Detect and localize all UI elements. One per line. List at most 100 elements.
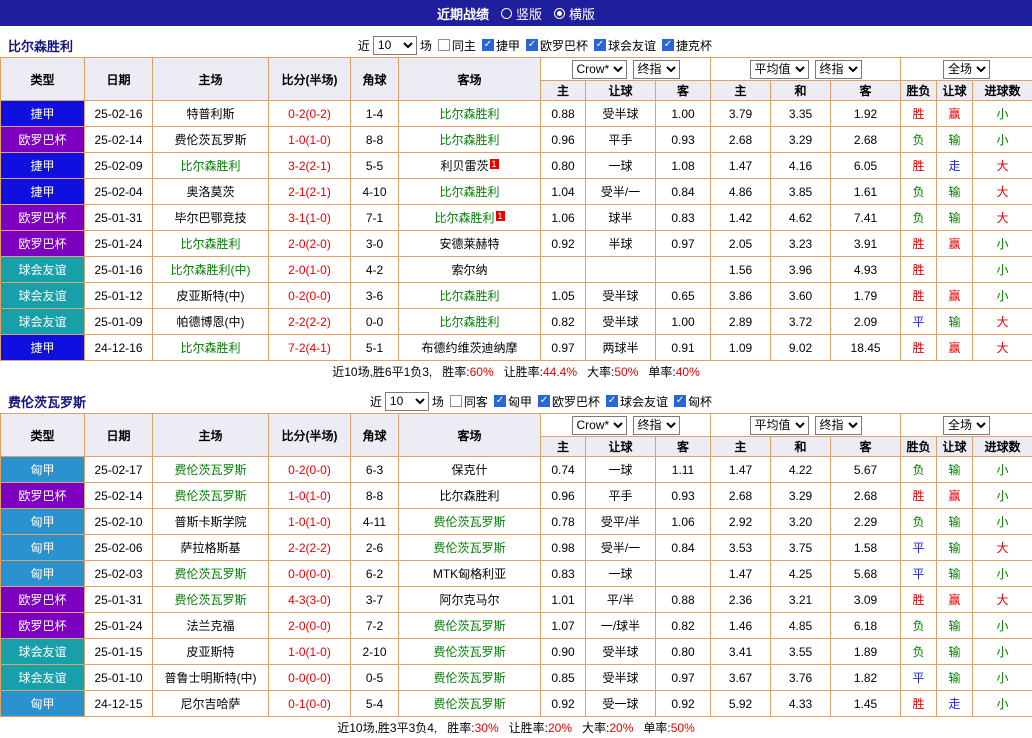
- away-team[interactable]: 费伦茨瓦罗斯: [399, 691, 541, 717]
- filter-checkbox[interactable]: 同主: [438, 37, 476, 54]
- score[interactable]: 3-1(1-0): [269, 205, 351, 231]
- home-team[interactable]: 普鲁士明斯特(中): [153, 665, 269, 691]
- sub-column-header: 主: [711, 81, 771, 101]
- away-team[interactable]: 安德莱赫特: [399, 231, 541, 257]
- score[interactable]: 1-0(1-0): [269, 639, 351, 665]
- team-name-text: 阿尔克马尔: [439, 593, 499, 607]
- corner-score: 5-4: [351, 691, 399, 717]
- score[interactable]: 2-0(0-0): [269, 613, 351, 639]
- score[interactable]: 0-2(0-0): [269, 457, 351, 483]
- layout-radio-vertical[interactable]: 竖版: [501, 4, 542, 23]
- filter-checkbox[interactable]: ✓捷甲: [482, 37, 520, 54]
- topbar: 近期战绩 竖版 横版: [0, 0, 1032, 26]
- score[interactable]: 3-2(2-1): [269, 153, 351, 179]
- score[interactable]: 2-1(2-1): [269, 179, 351, 205]
- filter-checkbox[interactable]: ✓匈杯: [674, 393, 712, 410]
- odds-source-select[interactable]: 平均值: [750, 416, 809, 435]
- filter-checkbox[interactable]: ✓捷克杯: [662, 37, 712, 54]
- away-team[interactable]: 比尔森胜利: [399, 283, 541, 309]
- away-team[interactable]: 比尔森胜利: [399, 127, 541, 153]
- league-badge: 欧罗巴杯: [1, 231, 85, 257]
- away-team[interactable]: MTK匈格利亚: [399, 561, 541, 587]
- odds-source-select[interactable]: Crow*: [572, 60, 627, 79]
- odds-source-select[interactable]: 终指: [815, 60, 862, 79]
- home-team[interactable]: 皮亚斯特(中): [153, 283, 269, 309]
- filter-checkbox[interactable]: 同客: [450, 393, 488, 410]
- score[interactable]: 2-2(2-2): [269, 309, 351, 335]
- odds-source-select[interactable]: 终指: [633, 60, 680, 79]
- score[interactable]: 0-1(0-0): [269, 691, 351, 717]
- home-team[interactable]: 比尔森胜利(中): [153, 257, 269, 283]
- away-team[interactable]: 布德约维茨迪纳摩: [399, 335, 541, 361]
- score[interactable]: 2-2(2-2): [269, 535, 351, 561]
- odds-source-select[interactable]: 平均值: [750, 60, 809, 79]
- result-flag: 胜: [901, 335, 937, 361]
- home-team[interactable]: 比尔森胜利: [153, 153, 269, 179]
- score[interactable]: 2-0(1-0): [269, 257, 351, 283]
- result-flag: 胜: [901, 153, 937, 179]
- away-team[interactable]: 费伦茨瓦罗斯: [399, 639, 541, 665]
- filter-checkbox[interactable]: ✓球会友谊: [606, 393, 668, 410]
- home-team[interactable]: 帕德博恩(中): [153, 309, 269, 335]
- odds-source-select[interactable]: 全场: [943, 60, 990, 79]
- away-team[interactable]: 比尔森胜利1: [399, 205, 541, 231]
- filter-checkbox[interactable]: ✓匈甲: [494, 393, 532, 410]
- team-name-text: 比尔森胜利: [180, 341, 240, 355]
- odds-value: 受半/一: [586, 179, 656, 205]
- away-team[interactable]: 索尔纳: [399, 257, 541, 283]
- away-team[interactable]: 阿尔克马尔: [399, 587, 541, 613]
- odds-value: 受半球: [586, 639, 656, 665]
- filter-checkbox[interactable]: ✓欧罗巴杯: [538, 393, 600, 410]
- score[interactable]: 0-0(0-0): [269, 561, 351, 587]
- odds-source-select[interactable]: 终指: [633, 416, 680, 435]
- away-team[interactable]: 比尔森胜利: [399, 483, 541, 509]
- match-count-select[interactable]: 10: [373, 36, 417, 55]
- home-team[interactable]: 法兰克福: [153, 613, 269, 639]
- away-team[interactable]: 比尔森胜利: [399, 101, 541, 127]
- away-team[interactable]: 费伦茨瓦罗斯: [399, 509, 541, 535]
- home-team[interactable]: 比尔森胜利: [153, 231, 269, 257]
- score[interactable]: 1-0(1-0): [269, 127, 351, 153]
- away-team[interactable]: 比尔森胜利: [399, 179, 541, 205]
- home-team[interactable]: 费伦茨瓦罗斯: [153, 457, 269, 483]
- column-header: 日期: [85, 58, 153, 101]
- score[interactable]: 0-2(0-0): [269, 283, 351, 309]
- odds-source-select[interactable]: Crow*: [572, 416, 627, 435]
- home-team[interactable]: 费伦茨瓦罗斯: [153, 127, 269, 153]
- filter-checkbox[interactable]: ✓欧罗巴杯: [526, 37, 588, 54]
- home-team[interactable]: 费伦茨瓦罗斯: [153, 483, 269, 509]
- score[interactable]: 1-0(1-0): [269, 509, 351, 535]
- match-count-select[interactable]: 10: [385, 392, 429, 411]
- away-team[interactable]: 比尔森胜利: [399, 309, 541, 335]
- home-team[interactable]: 皮亚斯特: [153, 639, 269, 665]
- away-team[interactable]: 费伦茨瓦罗斯: [399, 613, 541, 639]
- score[interactable]: 7-2(4-1): [269, 335, 351, 361]
- checkbox-label: 欧罗巴杯: [540, 37, 588, 54]
- score[interactable]: 4-3(3-0): [269, 587, 351, 613]
- score[interactable]: 0-0(0-0): [269, 665, 351, 691]
- score[interactable]: 0-2(0-2): [269, 101, 351, 127]
- away-team[interactable]: 费伦茨瓦罗斯: [399, 535, 541, 561]
- result-flag: 小: [973, 231, 1032, 257]
- filter-checkbox[interactable]: ✓球会友谊: [594, 37, 656, 54]
- away-team[interactable]: 保克什: [399, 457, 541, 483]
- home-team[interactable]: 费伦茨瓦罗斯: [153, 561, 269, 587]
- layout-radio-horizontal[interactable]: 横版: [554, 4, 595, 23]
- home-team[interactable]: 毕尔巴鄂竞技: [153, 205, 269, 231]
- odds-value: 球半: [586, 205, 656, 231]
- home-team[interactable]: 萨拉格斯基: [153, 535, 269, 561]
- result-flag: 赢: [937, 335, 973, 361]
- score[interactable]: 2-0(2-0): [269, 231, 351, 257]
- home-team[interactable]: 尼尔吉哈萨: [153, 691, 269, 717]
- score[interactable]: 1-0(1-0): [269, 483, 351, 509]
- home-team[interactable]: 特普利斯: [153, 101, 269, 127]
- team-name-text: MTK匈格利亚: [433, 567, 506, 581]
- home-team[interactable]: 奥洛莫茨: [153, 179, 269, 205]
- odds-source-select[interactable]: 终指: [815, 416, 862, 435]
- away-team[interactable]: 利贝雷茨1: [399, 153, 541, 179]
- home-team[interactable]: 普斯卡斯学院: [153, 509, 269, 535]
- home-team[interactable]: 比尔森胜利: [153, 335, 269, 361]
- odds-source-select[interactable]: 全场: [943, 416, 990, 435]
- away-team[interactable]: 费伦茨瓦罗斯: [399, 665, 541, 691]
- home-team[interactable]: 费伦茨瓦罗斯: [153, 587, 269, 613]
